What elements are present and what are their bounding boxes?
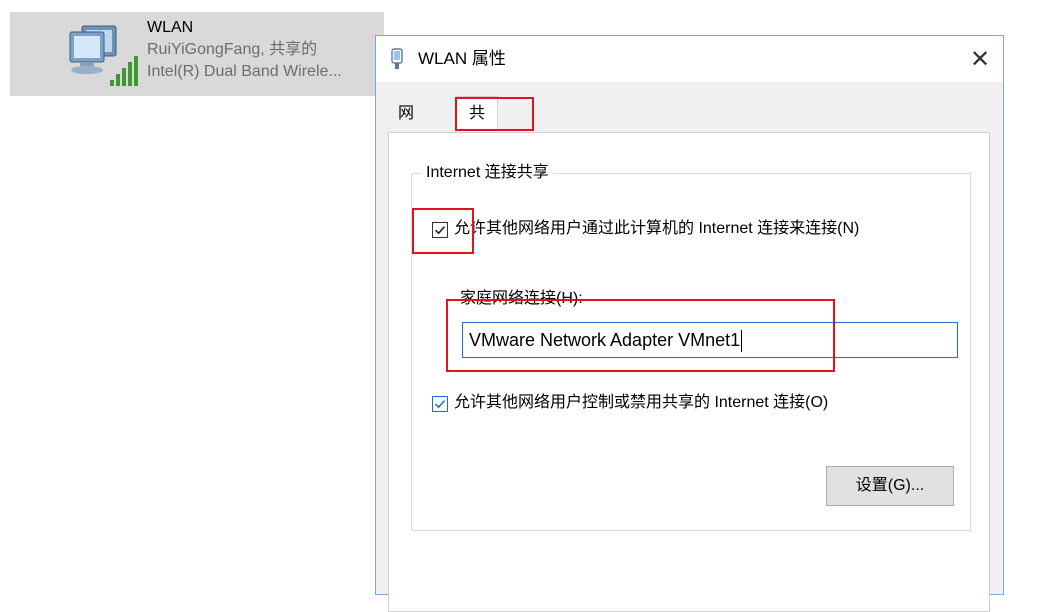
network-adapter-title-icon bbox=[390, 48, 404, 70]
network-adapter-icon bbox=[66, 18, 146, 90]
allow-control-label[interactable]: 允许其他网络用户控制或禁用共享的 Internet 连接(O) bbox=[454, 392, 828, 414]
network-connection-item[interactable]: WLAN RuiYiGongFang, 共享的 Intel(R) Dual Ba… bbox=[10, 12, 384, 96]
group-title: Internet 连接共享 bbox=[422, 162, 553, 184]
close-icon: ✕ bbox=[969, 45, 991, 73]
settings-button[interactable]: 设置(G)... bbox=[826, 466, 954, 506]
connection-name: WLAN bbox=[147, 19, 194, 36]
dialog-title: WLAN 属性 bbox=[418, 49, 506, 68]
highlight-box-home-network bbox=[446, 299, 835, 372]
checkmark-icon bbox=[434, 400, 446, 409]
network-connection-text: WLAN RuiYiGongFang, 共享的 Intel(R) Dual Ba… bbox=[147, 17, 342, 83]
allow-connect-label[interactable]: 允许其他网络用户通过此计算机的 Internet 连接来连接(N) bbox=[454, 218, 859, 240]
highlight-box-sharing-tab bbox=[455, 97, 534, 131]
connection-adapter: Intel(R) Dual Band Wirele... bbox=[147, 63, 342, 80]
close-button[interactable]: ✕ bbox=[957, 36, 1003, 82]
tab-network[interactable]: 网络 bbox=[398, 98, 414, 154]
highlight-box-allow-checkbox bbox=[412, 208, 474, 254]
allow-control-checkbox[interactable] bbox=[432, 396, 448, 412]
connection-network: RuiYiGongFang, 共享的 bbox=[147, 41, 318, 58]
sharing-tab-panel: Internet 连接共享 允许其他网络用户通过此计算机的 Internet 连… bbox=[388, 132, 990, 612]
dialog-titlebar[interactable]: WLAN 属性 ✕ bbox=[376, 36, 1003, 82]
